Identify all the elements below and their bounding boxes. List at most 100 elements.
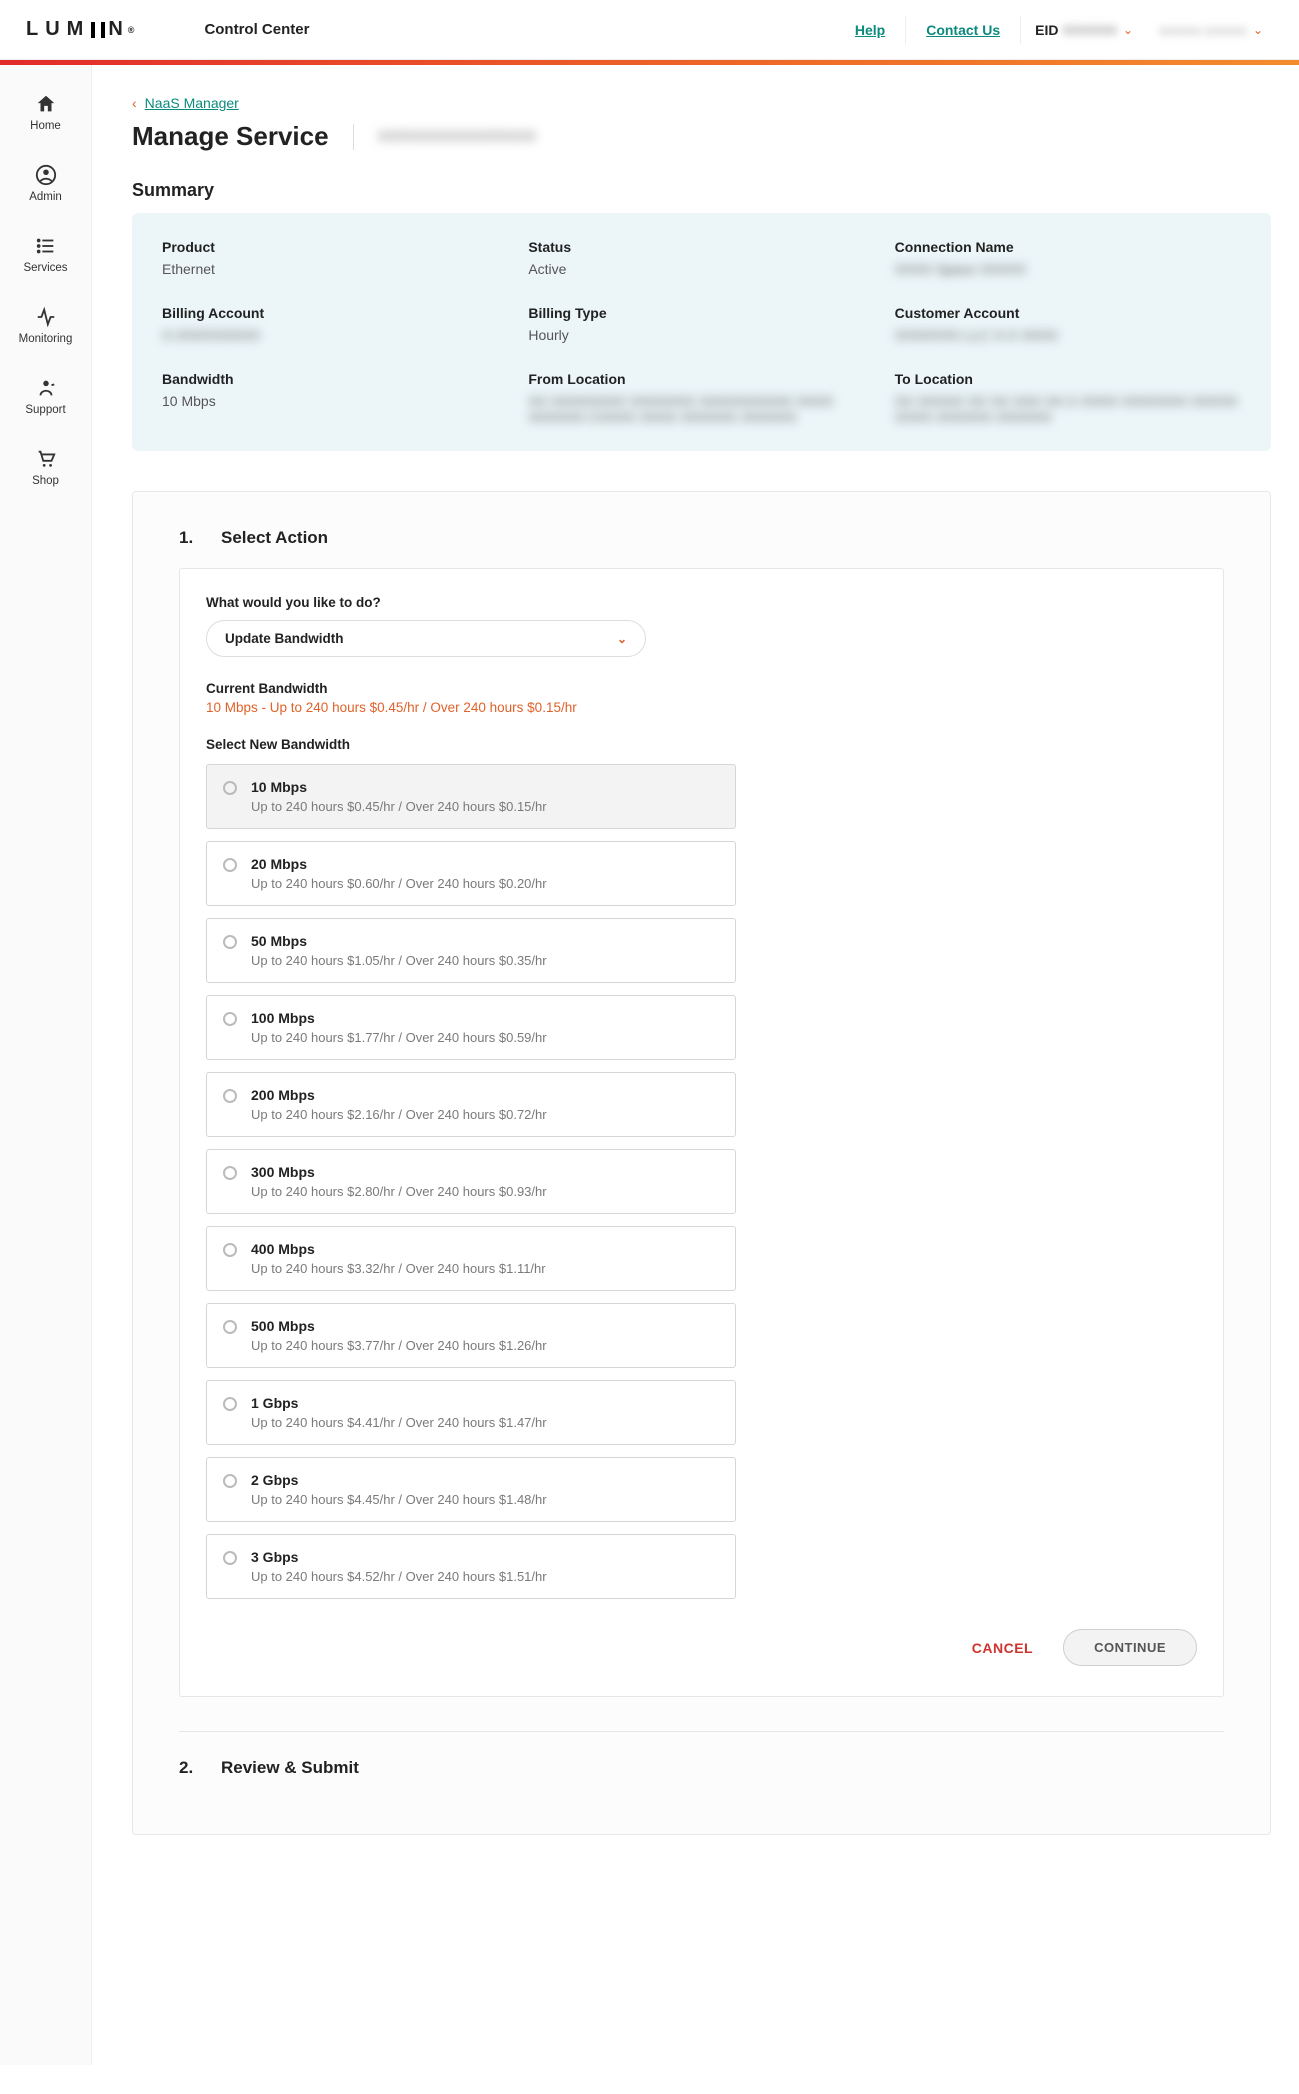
radio-icon (223, 1243, 237, 1257)
bandwidth-option[interactable]: 1 Gbps Up to 240 hours $4.41/hr / Over 24… (206, 1380, 736, 1445)
logo-e-glyph (91, 22, 105, 38)
bandwidth-option[interactable]: 2 GbpsUp to 240 hours $4.45/hr / Over 24… (206, 1457, 736, 1522)
sidebar-item-support[interactable]: Support (0, 361, 91, 432)
help-link[interactable]: Help (855, 22, 885, 38)
wizard: 1. Select Action What would you like to … (132, 491, 1271, 1835)
sidebar-item-label: Services (23, 262, 67, 274)
current-bandwidth-label: Current Bandwidth (206, 681, 1197, 696)
current-bandwidth-value: 10 Mbps - Up to 240 hours $0.45/hr / Ove… (206, 700, 1197, 715)
sidebar-item-label: Admin (29, 191, 62, 203)
bandwidth-option[interactable]: 500 MbpsUp to 240 hours $3.77/hr / Over … (206, 1303, 736, 1368)
radio-icon (223, 1551, 237, 1565)
summary-heading: Summary (132, 180, 1271, 201)
continue-button[interactable]: CONTINUE (1063, 1629, 1197, 1666)
sidebar-item-admin[interactable]: Admin (0, 148, 91, 219)
sidebar-item-label: Shop (32, 475, 59, 487)
chevron-down-icon[interactable]: ⌄ (1253, 23, 1263, 37)
breadcrumb-link[interactable]: NaaS Manager (145, 95, 239, 111)
summary-label: Customer Account (895, 305, 1241, 321)
step-title: Select Action (221, 528, 328, 548)
summary-label: To Location (895, 371, 1241, 387)
main-content: ‹ NaaS Manager Manage Service XX/XXXXXXX… (92, 65, 1299, 2065)
sidebar-item-services[interactable]: Services (0, 219, 91, 290)
chevron-down-icon: ⌄ (617, 632, 627, 646)
summary-label: Bandwidth (162, 371, 508, 387)
bandwidth-option[interactable]: 100 Mbps Up to 240 hours $1.77/hr / Over … (206, 995, 736, 1060)
step-title: Review & Submit (221, 1758, 359, 1778)
logo: LUM N® (26, 18, 134, 41)
bandwidth-option[interactable]: 300 MbpsUp to 240 hours $2.80/hr / Over … (206, 1149, 736, 1214)
option-title: 3 Gbps (251, 1549, 719, 1565)
bandwidth-option[interactable]: 10 MbpsUp to 240 hours $0.45/hr / Over 2… (206, 764, 736, 829)
radio-icon (223, 1089, 237, 1103)
sidebar-item-home[interactable]: Home (0, 77, 91, 148)
activity-icon (35, 306, 57, 328)
option-title: 2 Gbps (251, 1472, 719, 1488)
user-name: xxxxxx.xxxxxx (1159, 22, 1247, 38)
step-number: 1. (179, 528, 191, 548)
new-bandwidth-label: Select New Bandwidth (206, 737, 1197, 752)
step-number: 2. (179, 1758, 191, 1778)
summary-value: XX XXXXXXXX XXXXXXX XXXXXXXXXX XXXX XXXX… (528, 393, 874, 425)
option-subtitle: Up to 240 hours $1.77/hr / Over 240 hour… (251, 1030, 719, 1045)
option-subtitle: Up to 240 hours $2.16/hr / Over 240 hour… (251, 1107, 719, 1122)
summary-label: Billing Type (528, 305, 874, 321)
option-subtitle: Up to 240 hours $3.77/hr / Over 240 hour… (251, 1338, 719, 1353)
radio-icon (223, 1474, 237, 1488)
contact-link[interactable]: Contact Us (926, 22, 1000, 38)
action-select[interactable]: Update Bandwidth ⌄ (206, 620, 646, 657)
radio-icon (223, 858, 237, 872)
option-subtitle: Up to 240 hours $1.05/hr / Over 240 hour… (251, 953, 719, 968)
option-subtitle: Up to 240 hours $4.52/hr / Over 240 hour… (251, 1569, 719, 1584)
sidebar-item-shop[interactable]: Shop (0, 432, 91, 503)
summary-value: Ethernet (162, 261, 508, 277)
step1-body: What would you like to do? Update Bandwi… (179, 568, 1224, 1697)
sidebar-item-label: Support (25, 404, 65, 416)
summary-item: Connection NameXXXX Space XXXXX (895, 239, 1241, 277)
summary-label: From Location (528, 371, 874, 387)
divider (179, 1731, 1224, 1732)
user-circle-icon (35, 164, 57, 186)
divider (905, 16, 906, 44)
bandwidth-option[interactable]: 200 MbpsUp to 240 hours $2.16/hr / Over … (206, 1072, 736, 1137)
action-selected-label: Update Bandwidth (225, 631, 344, 646)
sidebar-item-label: Home (30, 120, 61, 132)
radio-icon (223, 1397, 237, 1411)
sidebar-item-label: Monitoring (19, 333, 73, 345)
bandwidth-options: 10 MbpsUp to 240 hours $0.45/hr / Over 2… (206, 764, 736, 1599)
summary-label: Connection Name (895, 239, 1241, 255)
app-title: Control Center (204, 21, 309, 38)
option-title: 300 Mbps (251, 1164, 719, 1180)
chevron-down-icon[interactable]: ⌄ (1123, 23, 1133, 37)
summary-item: Billing Account X-XXXXXXXXX (162, 305, 508, 343)
bandwidth-option[interactable]: 3 Gbps Up to 240 hours $4.52/hr / Over 24… (206, 1534, 736, 1599)
bandwidth-option[interactable]: 400 MbpsUp to 240 hours $3.32/hr / Over … (206, 1226, 736, 1291)
option-title: 100 Mbps (251, 1010, 719, 1026)
option-subtitle: Up to 240 hours $0.45/hr / Over 240 hour… (251, 799, 719, 814)
summary-label: Status (528, 239, 874, 255)
summary-value: 10 Mbps (162, 393, 508, 409)
option-subtitle: Up to 240 hours $3.32/hr / Over 240 hour… (251, 1261, 719, 1276)
option-title: 1 Gbps (251, 1395, 719, 1411)
radio-icon (223, 1012, 237, 1026)
summary-item: ProductEthernet (162, 239, 508, 277)
option-subtitle: Up to 240 hours $4.41/hr / Over 240 hour… (251, 1415, 719, 1430)
summary-card: ProductEthernet Status Active Connection Na… (132, 213, 1271, 451)
summary-value: XX XXXXX XX XX XXX XX.X XXXX XXXXXXX XXX… (895, 393, 1241, 425)
breadcrumb: ‹ NaaS Manager (132, 95, 1271, 111)
cart-icon (35, 448, 57, 470)
eid-label: EID (1035, 22, 1058, 38)
cancel-button[interactable]: CANCEL (966, 1639, 1039, 1657)
summary-label: Billing Account (162, 305, 508, 321)
radio-icon (223, 935, 237, 949)
sidebar-item-monitoring[interactable]: Monitoring (0, 290, 91, 361)
radio-icon (223, 1320, 237, 1334)
summary-value: X-XXXXXXXXX (162, 327, 508, 343)
chevron-left-icon[interactable]: ‹ (132, 95, 137, 111)
bandwidth-option[interactable]: 50 MbpsUp to 240 hours $1.05/hr / Over 2… (206, 918, 736, 983)
summary-item: Customer AccountXXXXXXX LLC X-X XXXX (895, 305, 1241, 343)
top-bar: LUM N® Control Center Help Contact Us EI… (0, 0, 1299, 60)
bandwidth-option[interactable]: 20 MbpsUp to 240 hours $0.60/hr / Over 2… (206, 841, 736, 906)
summary-value: Active (528, 261, 874, 277)
page-title: Manage Service (132, 121, 329, 152)
